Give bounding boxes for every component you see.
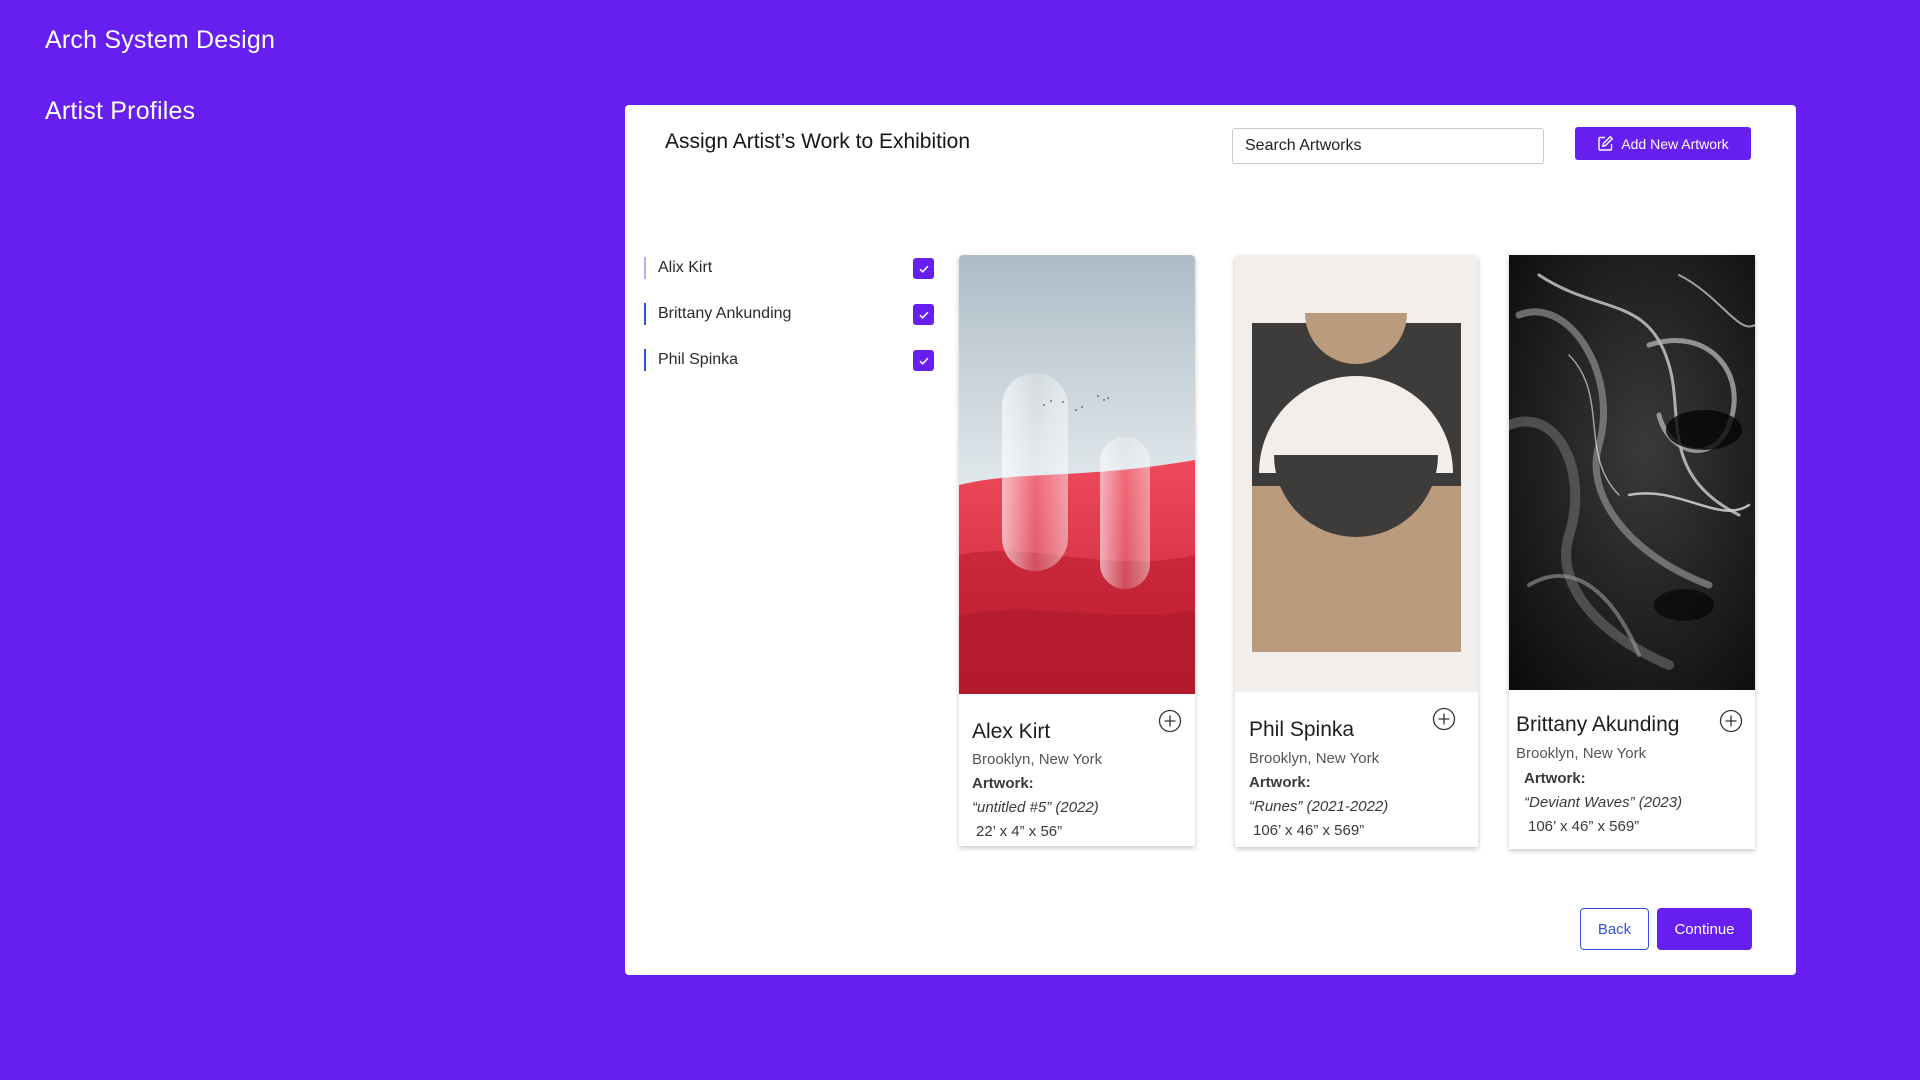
artwork-image: [959, 255, 1195, 694]
artwork-image: [1509, 255, 1755, 690]
assign-work-panel: Assign Artist’s Work to Exhibition Add N…: [625, 105, 1796, 975]
nav-artist-profiles[interactable]: Artist Profiles: [45, 97, 195, 126]
card-dimensions: 106’ x 46” x 569”: [1528, 818, 1640, 835]
card-dimensions: 22’ x 4” x 56”: [976, 823, 1063, 840]
artwork-card[interactable]: Phil Spinka Brooklyn, New York Artwork: …: [1235, 255, 1478, 847]
plus-circle-icon[interactable]: [1432, 707, 1456, 731]
artist-name: Brittany Ankunding: [658, 305, 792, 322]
artist-item[interactable]: Alix Kirt: [644, 257, 934, 279]
artwork-card[interactable]: Brittany Akunding Brooklyn, New York Art…: [1509, 255, 1755, 849]
artist-item[interactable]: Brittany Ankunding: [644, 303, 934, 325]
card-dimensions: 106’ x 46” x 569”: [1253, 822, 1365, 839]
check-icon: [918, 265, 929, 273]
card-artwork-label: Artwork:: [1524, 770, 1586, 787]
artist-checkbox[interactable]: [913, 304, 934, 325]
artist-item[interactable]: Phil Spinka: [644, 349, 934, 371]
artist-name: Phil Spinka: [658, 351, 739, 368]
artist-indicator: [644, 303, 646, 325]
add-new-artwork-label: Add New Artwork: [1621, 135, 1729, 152]
panel-title: Assign Artist’s Work to Exhibition: [665, 130, 971, 153]
search-field[interactable]: [1232, 128, 1544, 164]
artist-checkbox[interactable]: [913, 350, 934, 371]
card-location: Brooklyn, New York: [1249, 750, 1380, 767]
back-button[interactable]: Back: [1580, 908, 1649, 950]
artwork-image: [1235, 255, 1478, 692]
card-artwork-title: “untitled #5” (2022): [972, 799, 1099, 816]
search-input[interactable]: [1245, 137, 1531, 155]
plus-circle-icon[interactable]: [1719, 709, 1743, 733]
add-new-artwork-button[interactable]: Add New Artwork: [1575, 127, 1751, 160]
artist-list: Alix Kirt Brittany Ankunding Phil Spinka: [644, 257, 934, 395]
card-artwork-label: Artwork:: [972, 775, 1034, 792]
card-artwork-title: “Deviant Waves” (2023): [1524, 794, 1683, 811]
check-icon: [918, 357, 929, 365]
edit-square-icon: [1597, 135, 1614, 152]
app-title: Arch System Design: [45, 26, 276, 54]
artist-name: Alix Kirt: [658, 259, 713, 276]
artist-indicator: [644, 257, 646, 279]
card-artist-name: Brittany Akunding: [1516, 713, 1680, 736]
check-icon: [918, 311, 929, 319]
artist-checkbox[interactable]: [913, 258, 934, 279]
artwork-card[interactable]: Alex Kirt Brooklyn, New York Artwork: “u…: [959, 255, 1195, 846]
card-artwork-title: “Runes” (2021-2022): [1249, 798, 1389, 815]
card-artist-name: Alex Kirt: [972, 720, 1051, 743]
card-artist-name: Phil Spinka: [1249, 718, 1355, 741]
card-location: Brooklyn, New York: [972, 751, 1103, 768]
continue-button[interactable]: Continue: [1657, 908, 1752, 950]
card-artwork-label: Artwork:: [1249, 774, 1311, 791]
card-location: Brooklyn, New York: [1516, 745, 1647, 762]
artist-indicator: [644, 349, 646, 371]
plus-circle-icon[interactable]: [1158, 709, 1182, 733]
